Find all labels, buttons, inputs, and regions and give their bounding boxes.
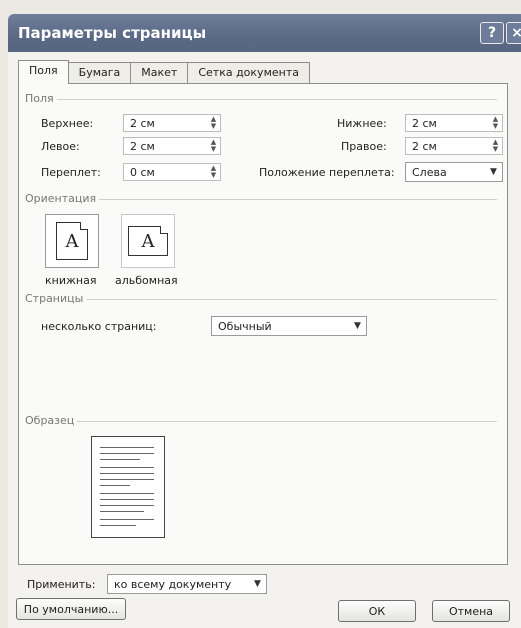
orientation-group-label: Ориентация — [25, 192, 97, 205]
top-margin-value: 2 см — [130, 116, 155, 130]
margins-panel: Поля Верхнее: 2 см ▲ ▼ Нижнее: 2 см ▲ ▼ Ле… — [18, 83, 508, 594]
preview-group-label: Образец — [25, 414, 75, 427]
portrait-button[interactable]: A — [45, 214, 99, 268]
tab-paper[interactable]: Бумага — [67, 62, 132, 84]
orientation-divider — [99, 199, 497, 200]
preview-divider — [77, 421, 497, 422]
bottom-margin-label: Нижнее: — [337, 117, 387, 130]
margins-group-label: Поля — [25, 92, 54, 105]
multiple-pages-label: несколько страниц: — [41, 320, 157, 333]
bottom-margin-value: 2 см — [412, 116, 437, 130]
preview-page — [91, 436, 165, 538]
pages-group-label: Страницы — [25, 292, 84, 305]
title-bar: Параметры страницы ? × — [8, 14, 521, 52]
window-title: Параметры страницы — [18, 24, 207, 42]
gutter-position-select[interactable]: Слева ▼ — [405, 162, 503, 182]
right-margin-spinner[interactable]: 2 см ▲ ▼ — [405, 137, 503, 155]
gutter-label: Переплет: — [41, 166, 101, 179]
left-margin-value: 2 см — [130, 139, 155, 153]
close-button[interactable]: × — [506, 22, 521, 44]
portrait-label: книжная — [45, 274, 97, 287]
portrait-page-icon: A — [56, 222, 88, 260]
spin-arrows-icon[interactable]: ▲ ▼ — [209, 165, 218, 179]
spin-arrows-icon[interactable]: ▲ ▼ — [491, 116, 500, 130]
set-default-button[interactable]: По умолчанию... — [16, 598, 126, 620]
apply-to-value: ко всему документу — [114, 577, 232, 591]
right-margin-value: 2 см — [412, 139, 437, 153]
bottom-margin-spinner[interactable]: 2 см ▲ ▼ — [405, 114, 503, 132]
landscape-button[interactable]: A — [121, 214, 175, 268]
portrait-glyph: A — [65, 230, 79, 252]
top-margin-spinner[interactable]: 2 см ▲ ▼ — [123, 114, 221, 132]
ok-button[interactable]: ОК — [338, 600, 416, 622]
page-setup-dialog: Поля Бумага Макет Сетка документа Поля В… — [8, 52, 521, 628]
chevron-down-icon[interactable]: ▼ — [486, 164, 501, 180]
gutter-spinner[interactable]: 0 см ▲ ▼ — [123, 163, 221, 181]
tab-layout[interactable]: Макет — [130, 62, 189, 84]
tab-margins[interactable]: Поля — [18, 60, 69, 84]
spin-arrows-icon[interactable]: ▲ ▼ — [209, 116, 218, 130]
gutter-position-label: Положение переплета: — [259, 166, 395, 179]
landscape-glyph: A — [141, 230, 155, 252]
multiple-pages-select[interactable]: Обычный ▼ — [211, 316, 367, 336]
chevron-down-icon[interactable]: ▼ — [350, 318, 365, 334]
chevron-down-icon[interactable]: ▼ — [250, 576, 265, 592]
landscape-page-icon: A — [128, 226, 168, 256]
apply-to-label: Применить: — [27, 578, 96, 591]
gutter-value: 0 см — [130, 165, 155, 179]
top-margin-label: Верхнее: — [41, 117, 94, 130]
spin-arrows-icon[interactable]: ▲ ▼ — [491, 139, 500, 153]
right-margin-label: Правое: — [341, 140, 387, 153]
spin-arrows-icon[interactable]: ▲ ▼ — [209, 139, 218, 153]
pages-divider — [87, 299, 497, 300]
gutter-position-value: Слева — [412, 165, 447, 179]
margins-divider — [57, 99, 497, 100]
tab-strip: Поля Бумага Макет Сетка документа — [18, 60, 310, 84]
apply-to-select[interactable]: ко всему документу ▼ — [107, 574, 267, 594]
multiple-pages-value: Обычный — [218, 319, 272, 333]
help-button[interactable]: ? — [480, 22, 504, 44]
tab-document-grid[interactable]: Сетка документа — [187, 62, 310, 84]
landscape-label: альбомная — [115, 274, 178, 287]
left-margin-spinner[interactable]: 2 см ▲ ▼ — [123, 137, 221, 155]
cancel-button[interactable]: Отмена — [432, 600, 510, 622]
left-margin-label: Левое: — [41, 140, 80, 153]
